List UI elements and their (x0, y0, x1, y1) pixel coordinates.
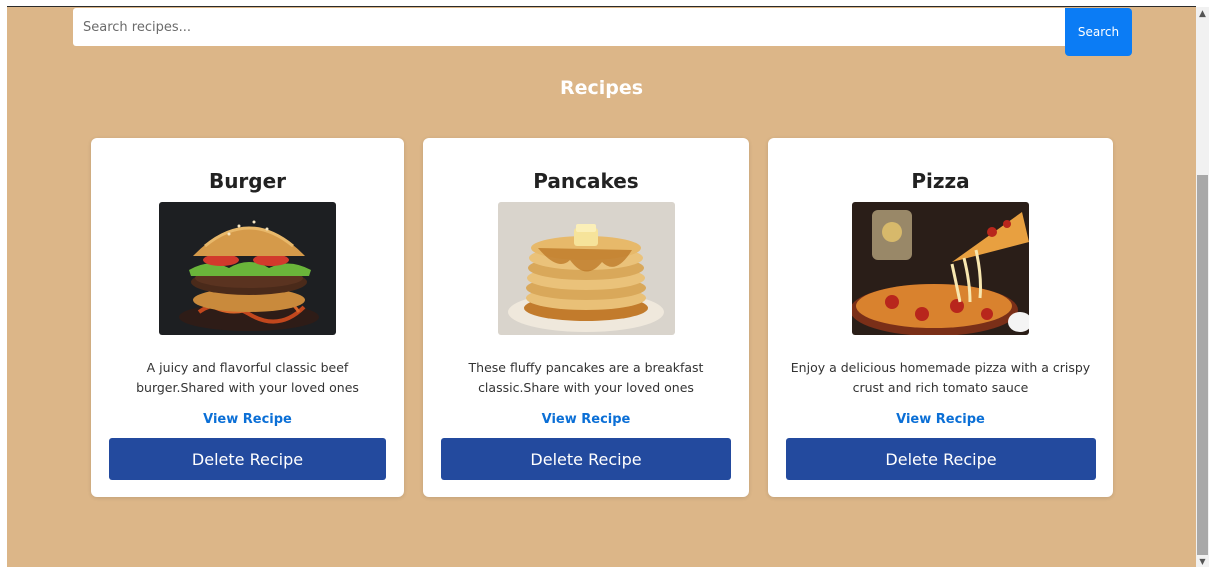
scroll-up-arrow-icon[interactable]: ▲ (1196, 7, 1209, 21)
recipe-description-line: A juicy and flavorful classic beef (146, 360, 349, 375)
recipe-card-burger: Burger A juicy and flavorful classic bee… (91, 138, 404, 497)
view-recipe-link[interactable]: View Recipe (91, 412, 404, 427)
scroll-down-arrow-icon[interactable]: ▼ (1196, 557, 1209, 567)
scrollbar-thumb[interactable] (1197, 175, 1208, 555)
recipe-title: Burger (208, 169, 287, 193)
recipe-description: A juicy and flavorful classic beef burge… (91, 358, 404, 398)
recipe-description-line: crust and rich tomato sauce (852, 380, 1029, 395)
recipe-card-pizza: Pizza Enjoy a delicious homemade pizza w… (768, 138, 1113, 497)
view-recipe-link[interactable]: View Recipe (768, 412, 1113, 427)
recipe-title: Pizza (911, 169, 970, 193)
recipe-description-line: classic.Share with your loved ones (478, 380, 694, 395)
view-recipe-link[interactable]: View Recipe (423, 412, 749, 427)
delete-recipe-button[interactable]: Delete Recipe (441, 438, 731, 480)
page-viewport: Search Recipes Burger (7, 7, 1196, 567)
search-input[interactable] (73, 8, 1065, 46)
page-title: Recipes (559, 77, 644, 99)
pancakes-photo-icon (498, 202, 675, 335)
pancakes-image (498, 202, 675, 335)
recipe-title: Pancakes (533, 169, 639, 193)
recipe-card-pancakes: Pancakes These fluffy pancakes are a bre… (423, 138, 749, 497)
search-button[interactable]: Search (1065, 8, 1132, 56)
pizza-image (852, 202, 1029, 335)
delete-recipe-button[interactable]: Delete Recipe (109, 438, 386, 480)
pizza-photo-icon (852, 202, 1029, 335)
burger-image (159, 202, 336, 335)
vertical-scrollbar[interactable]: ▲ ▼ (1196, 7, 1209, 567)
recipe-description: Enjoy a delicious homemade pizza with a … (768, 358, 1113, 398)
delete-recipe-button[interactable]: Delete Recipe (786, 438, 1096, 480)
recipe-description-line: Enjoy a delicious homemade pizza with a … (790, 360, 1091, 375)
recipe-description-line: burger.Shared with your loved ones (136, 380, 359, 395)
burger-photo-icon (159, 202, 336, 335)
recipe-description-line: These fluffy pancakes are a breakfast (468, 360, 704, 375)
recipe-description: These fluffy pancakes are a breakfast cl… (423, 358, 749, 398)
